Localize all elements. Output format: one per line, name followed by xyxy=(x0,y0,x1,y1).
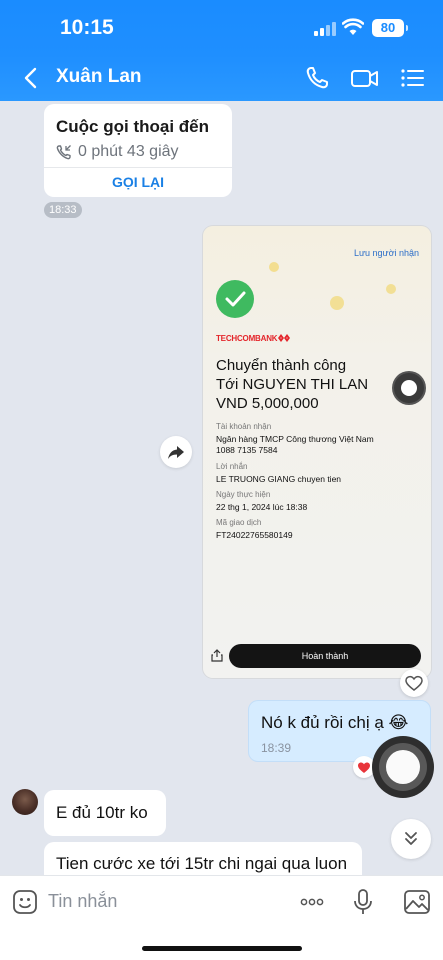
success-check-icon xyxy=(216,280,254,318)
video-call-icon[interactable] xyxy=(350,64,380,92)
call-title: Cuộc gọi thoại đến xyxy=(56,117,209,136)
bank-logo-mark-icon xyxy=(278,334,290,342)
title-line: Tới NGUYEN THI LAN xyxy=(216,376,369,393)
battery-indicator: 80 xyxy=(372,19,408,37)
wifi-icon xyxy=(342,18,364,35)
message-time: 18:39 xyxy=(261,741,292,755)
more-icon[interactable] xyxy=(298,888,326,916)
chat-title[interactable]: Xuân Lan xyxy=(56,66,142,88)
call-duration: 0 phút 43 giây xyxy=(78,143,179,160)
menu-icon[interactable] xyxy=(398,64,428,92)
timestamp-badge: 18:33 xyxy=(44,202,82,218)
phone-incoming-icon xyxy=(56,145,71,160)
message-value: LE TRUONG GIANG chuyen tien xyxy=(216,474,342,484)
incoming-message-bubble[interactable]: E đủ 10tr ko xyxy=(44,790,166,836)
date-label: Ngày thực hiện xyxy=(216,490,271,499)
missed-call-card: Cuộc gọi thoại đến 0 phút 43 giây GỌI LẠ… xyxy=(44,104,232,197)
account-bank: Ngân hàng TMCP Công thương Việt Nam xyxy=(216,434,374,444)
forward-icon xyxy=(168,446,184,459)
account-number: 1088 7135 7584 xyxy=(216,445,278,455)
account-label: Tài khoản nhận xyxy=(216,422,272,431)
chat-area[interactable]: Cuộc gọi thoại đến 0 phút 43 giây GỌI LẠ… xyxy=(0,101,443,875)
save-recipient-link: Lưu người nhận xyxy=(354,248,419,258)
phone-icon[interactable] xyxy=(303,64,333,92)
bank-logo: TECHCOMBANK xyxy=(216,334,278,343)
heart-icon xyxy=(405,675,423,691)
assistive-touch-icon xyxy=(394,373,424,403)
message-text: Nó k đủ rồi chị ạ 😂 xyxy=(261,713,409,732)
react-heart-button[interactable] xyxy=(400,669,428,697)
forward-button[interactable] xyxy=(160,436,192,468)
message-input[interactable] xyxy=(48,886,278,916)
scroll-to-bottom-button[interactable] xyxy=(391,819,431,859)
done-button: Hoàn thành xyxy=(229,644,421,668)
incoming-message-bubble[interactable]: Tien cước xe tới 15tr chi ngai qua luon xyxy=(44,842,362,875)
microphone-icon[interactable] xyxy=(349,888,377,916)
share-icon xyxy=(211,649,223,662)
decor-dot xyxy=(269,262,279,272)
chat-header: 10:15 80 Xuân Lan xyxy=(0,0,443,101)
image-icon[interactable] xyxy=(403,888,431,916)
date-value: 22 thg 1, 2024 lúc 18:38 xyxy=(216,502,308,512)
status-time: 10:15 xyxy=(60,16,114,39)
title-line: Chuyển thành công xyxy=(216,357,347,374)
title-line: VND 5,000,000 xyxy=(216,395,319,412)
message-text: Tien cước xe tới 15tr chi ngai qua luon xyxy=(56,854,348,873)
divider xyxy=(44,167,232,168)
message-label: Lời nhắn xyxy=(216,462,248,471)
chevron-double-down-icon xyxy=(405,832,417,845)
message-text: E đủ 10tr ko xyxy=(56,803,148,822)
call-back-button[interactable]: GỌI LẠI xyxy=(44,174,232,190)
transfer-title: Chuyển thành công Tới NGUYEN THI LAN VND… xyxy=(216,356,368,413)
decor-dot xyxy=(386,284,396,294)
decor-dot xyxy=(330,296,344,310)
transfer-screenshot-image[interactable]: Lưu người nhận TECHCOMBANK Chuyển thành … xyxy=(203,226,431,678)
home-indicator xyxy=(142,946,302,951)
back-icon[interactable] xyxy=(20,64,42,92)
signal-icon xyxy=(314,22,336,36)
code-label: Mã giao dịch xyxy=(216,518,262,527)
sticker-icon[interactable] xyxy=(11,888,39,916)
message-composer xyxy=(0,875,443,960)
code-value: FT24022765580149 xyxy=(216,530,293,540)
avatar[interactable] xyxy=(12,789,38,815)
assistive-touch-button[interactable] xyxy=(372,736,434,798)
